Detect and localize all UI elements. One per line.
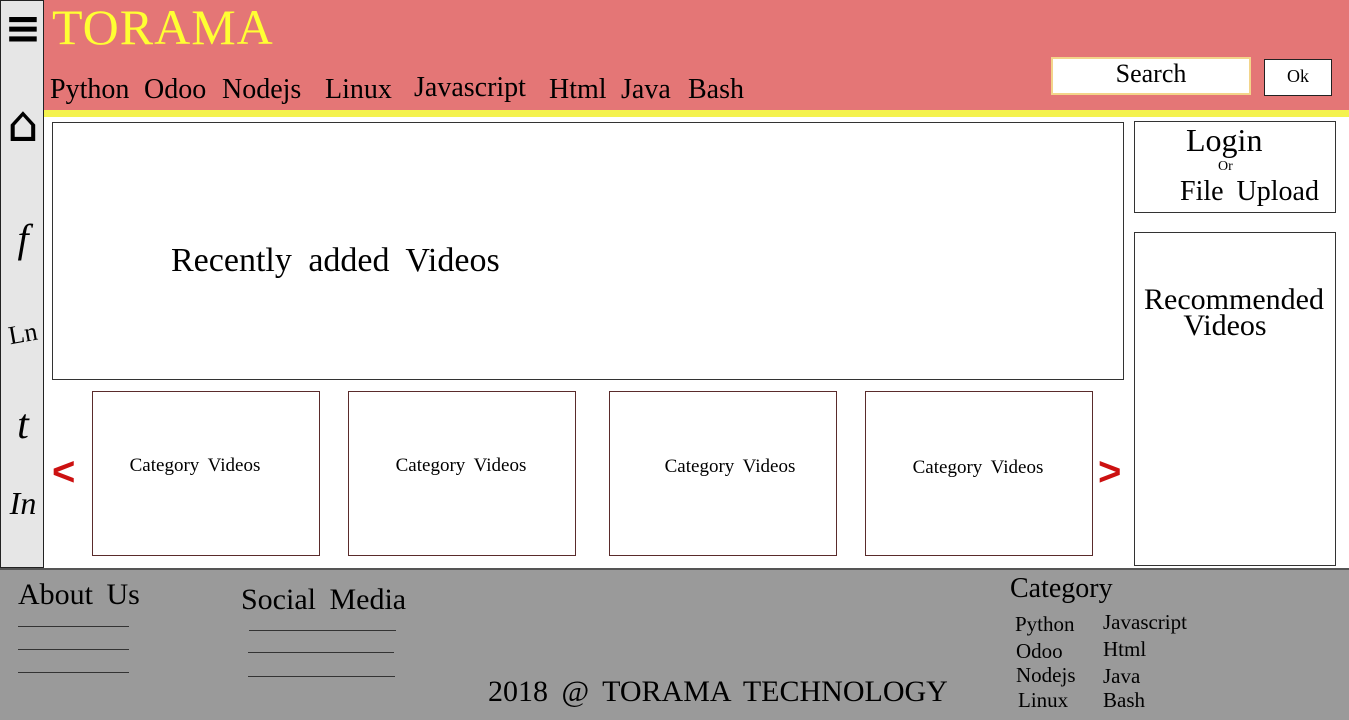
nav-java[interactable]: Java <box>621 74 671 106</box>
linkedin-icon[interactable]: Ln <box>0 315 47 352</box>
nav-html[interactable]: Html <box>549 74 607 106</box>
footer-category-python[interactable]: Python <box>1015 612 1075 637</box>
footer-about-link-placeholder[interactable] <box>18 626 129 627</box>
recently-added-title: Recently added Videos <box>171 242 500 279</box>
footer-category-bash[interactable]: Bash <box>1103 688 1145 713</box>
carousel-next-arrow[interactable]: > <box>1098 450 1121 495</box>
footer-about-us[interactable]: About Us <box>18 578 140 612</box>
carousel-prev-arrow[interactable]: < <box>52 450 75 495</box>
left-sidebar: ≡ ⌂ f Ln t In <box>0 0 44 568</box>
category-card-label: Category Videos <box>912 457 1044 478</box>
header-divider <box>44 110 1349 117</box>
instagram-icon[interactable]: In <box>1 485 45 522</box>
brand-logo[interactable]: TORAMA <box>52 0 274 56</box>
footer-category-javascript[interactable]: Javascript <box>1103 610 1187 635</box>
footer-copyright: 2018 @ TORAMA TECHNOLOGY <box>488 675 948 708</box>
search-ok-button[interactable]: Ok <box>1264 59 1332 96</box>
nav-javascript[interactable]: Javascript <box>414 72 526 104</box>
recommended-title-line2: Videos <box>1183 309 1267 342</box>
footer-social-link-placeholder[interactable] <box>248 676 395 677</box>
footer-category-html[interactable]: Html <box>1103 637 1146 662</box>
nav-nodejs[interactable]: Nodejs <box>222 74 301 106</box>
search-input[interactable]: Search <box>1051 57 1251 95</box>
footer-category-title: Category <box>1010 573 1113 604</box>
hamburger-menu-icon[interactable]: ≡ <box>1 7 45 51</box>
footer-category-linux[interactable]: Linux <box>1018 688 1068 713</box>
footer-social-link-placeholder[interactable] <box>248 652 394 653</box>
category-card-label: Category Videos <box>664 456 796 477</box>
facebook-icon[interactable]: f <box>1 215 45 262</box>
nav-python[interactable]: Python <box>50 74 129 106</box>
footer-social-link-placeholder[interactable] <box>249 630 396 631</box>
footer-category-odoo[interactable]: Odoo <box>1016 639 1063 664</box>
nav-bash[interactable]: Bash <box>688 74 744 106</box>
footer-about-link-placeholder[interactable] <box>18 672 129 673</box>
login-link[interactable]: Login <box>1186 122 1262 159</box>
footer-category-java[interactable]: Java <box>1103 664 1140 689</box>
category-card-label: Category Videos <box>395 455 527 476</box>
nav-odoo[interactable]: Odoo <box>144 74 206 106</box>
home-icon[interactable]: ⌂ <box>1 97 45 151</box>
footer-social-media[interactable]: Social Media <box>241 583 406 617</box>
file-upload-link[interactable]: File Upload <box>1180 176 1319 208</box>
category-card-label: Category Videos <box>129 455 261 476</box>
or-label: Or <box>1218 159 1233 174</box>
footer-category-nodejs[interactable]: Nodejs <box>1016 663 1076 688</box>
nav-linux[interactable]: Linux <box>325 74 392 106</box>
footer-about-link-placeholder[interactable] <box>18 649 129 650</box>
twitter-icon[interactable]: t <box>1 401 45 449</box>
